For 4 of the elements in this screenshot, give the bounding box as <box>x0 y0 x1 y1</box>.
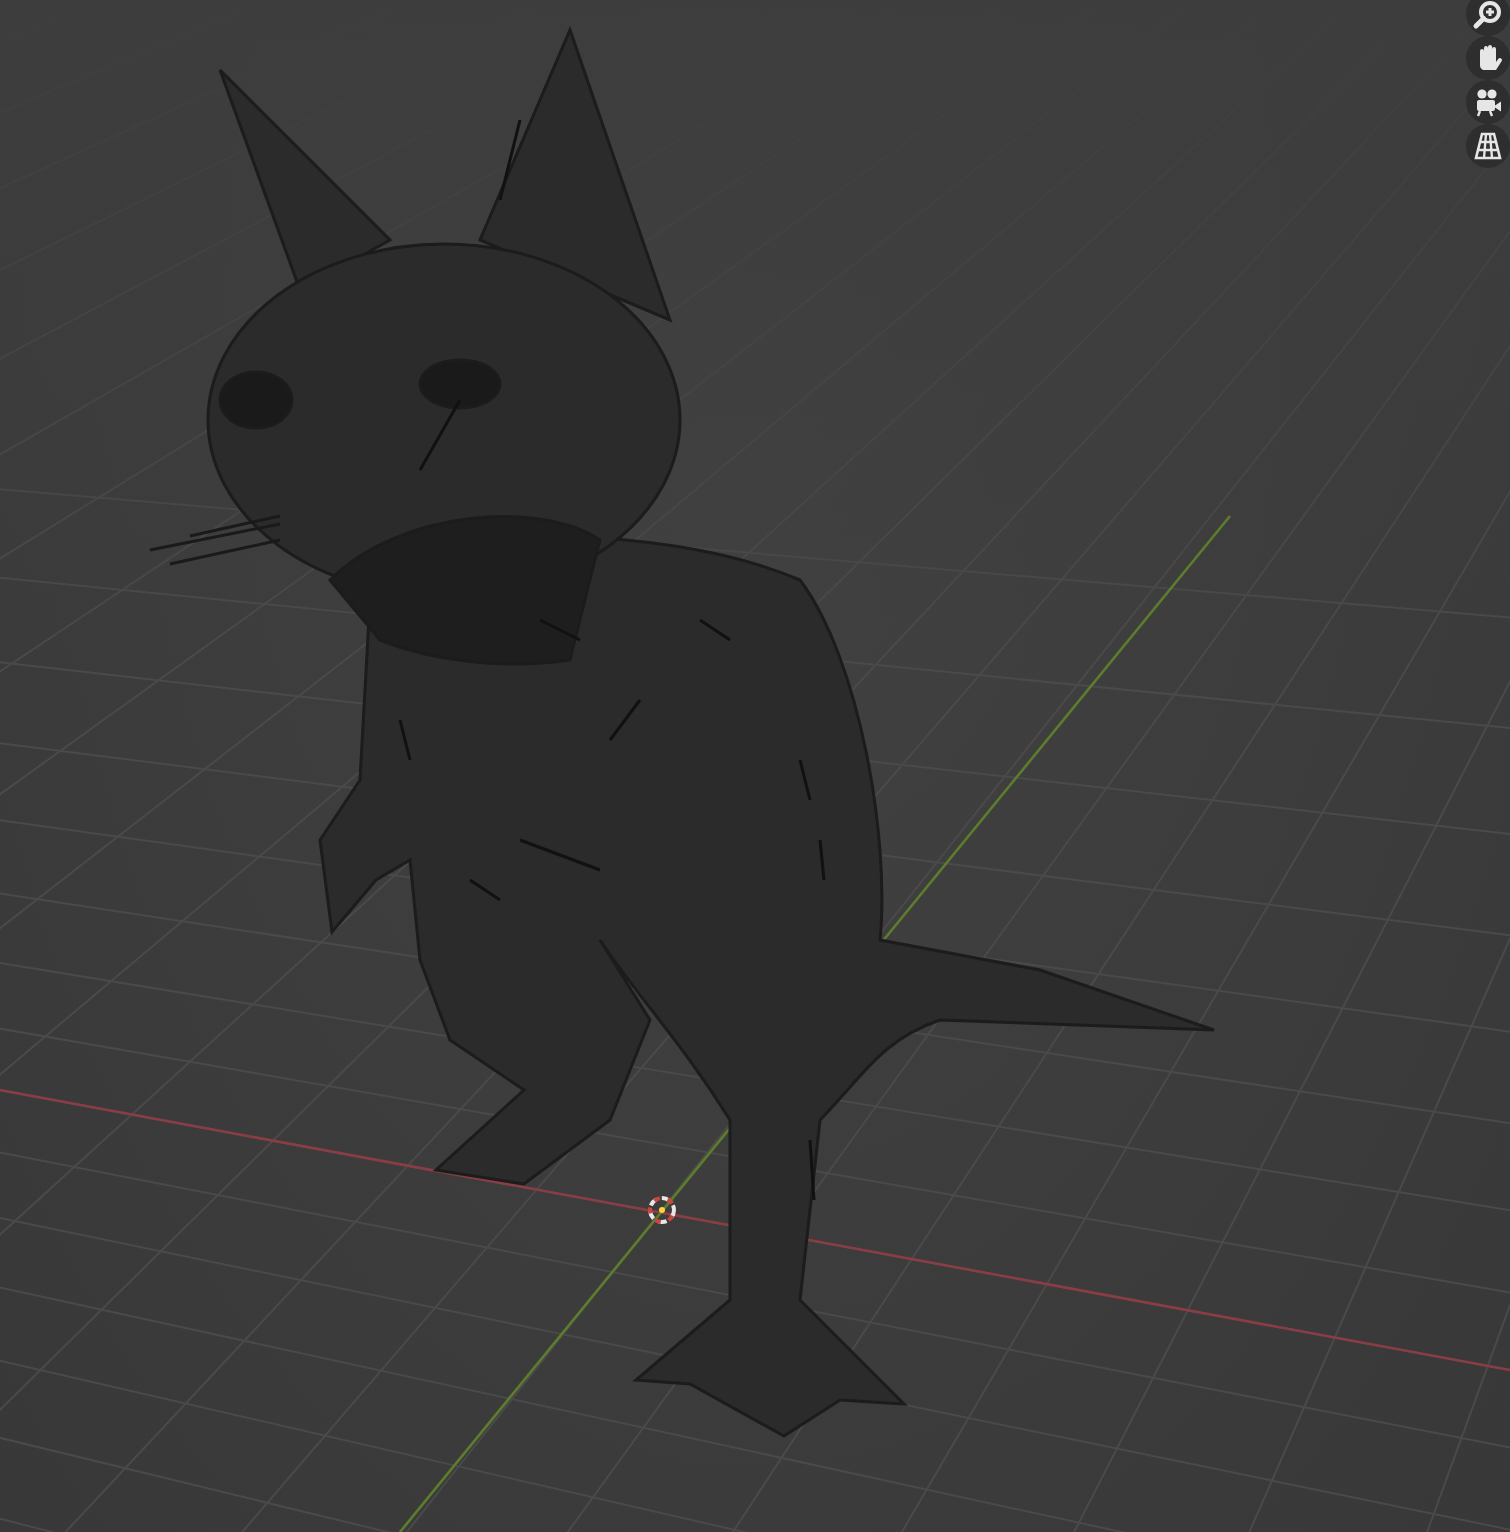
camera-icon <box>1472 86 1504 118</box>
3d-cursor-icon <box>648 1196 676 1224</box>
grid-icon <box>1472 130 1504 162</box>
magnifier-icon <box>1472 0 1504 30</box>
